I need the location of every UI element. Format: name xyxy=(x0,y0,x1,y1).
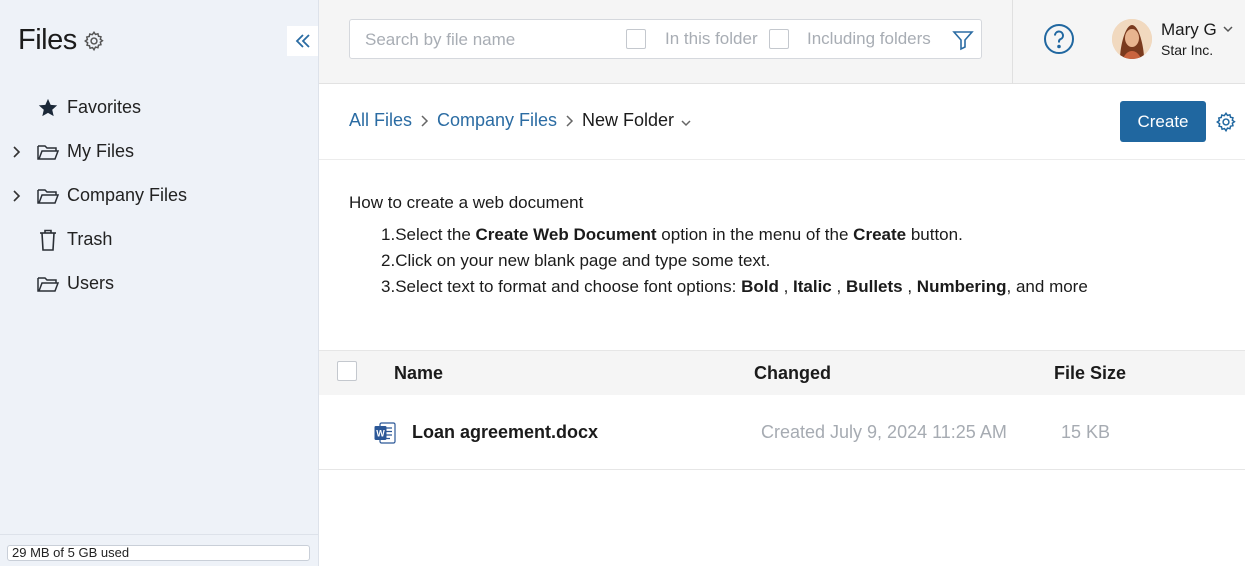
file-size: 15 KB xyxy=(1061,422,1111,442)
step-text: , xyxy=(902,277,917,296)
table-header: Name Changed File Size xyxy=(319,350,1245,395)
column-header-size[interactable]: File Size xyxy=(1054,363,1126,384)
company-name: Star Inc. xyxy=(1161,42,1214,58)
divider xyxy=(1012,0,1013,84)
sidebar: Files Favorites My Files Company Files T… xyxy=(0,0,319,566)
step-text: , xyxy=(778,277,794,296)
howto-step: 2.Click on your new blank page and type … xyxy=(381,248,1209,274)
search-box: In this folder Including folders xyxy=(349,19,982,59)
step-text: option in the menu of the xyxy=(656,225,854,244)
sidebar-item-label: Company Files xyxy=(67,185,188,205)
chevron-down-icon[interactable] xyxy=(679,116,693,130)
search-input[interactable] xyxy=(365,29,620,51)
breadcrumb-bar: All Files Company Files New Folder Creat… xyxy=(319,84,1245,160)
step-number: 1. xyxy=(381,225,396,244)
top-bar: In this folder Including folders Mary G … xyxy=(319,0,1245,84)
breadcrumb-current-folder[interactable]: New Folder xyxy=(582,110,674,131)
file-name[interactable]: Loan agreement.docx xyxy=(412,422,598,443)
sidebar-footer: 29 MB of 5 GB used xyxy=(0,534,318,566)
step-emphasis: Create Web Document xyxy=(475,225,657,244)
howto-title: How to create a web document xyxy=(349,193,584,212)
howto-step: 1.Select the Create Web Document option … xyxy=(381,222,1209,248)
step-emphasis: Create xyxy=(853,225,907,244)
column-header-name[interactable]: Name xyxy=(394,363,443,384)
step-number: 3. xyxy=(381,277,396,296)
sidebar-item-favorites[interactable]: Favorites xyxy=(0,86,318,130)
sidebar-nav: Favorites My Files Company Files Trash U… xyxy=(0,86,318,306)
howto-panel: How to create a web document 1.Select th… xyxy=(349,192,1209,300)
breadcrumb-company-files[interactable]: Company Files xyxy=(437,110,557,131)
file-changed: Created July 9, 2024 11:25 AM xyxy=(761,422,1007,442)
word-doc-icon: W xyxy=(373,421,397,445)
user-name[interactable]: Mary G xyxy=(1161,20,1217,40)
storage-quota: 29 MB of 5 GB used xyxy=(7,545,310,561)
step-text: , xyxy=(831,277,846,296)
step-text: button. xyxy=(906,225,963,244)
chevron-right-icon[interactable] xyxy=(8,188,24,204)
create-button[interactable]: Create xyxy=(1120,101,1206,142)
step-text: Select the xyxy=(395,225,476,244)
step-emphasis: Bold xyxy=(741,277,779,296)
collapse-sidebar-button[interactable] xyxy=(287,26,318,56)
folder-icon xyxy=(36,272,60,296)
step-text: , and more xyxy=(1006,277,1088,296)
double-chevron-left-icon xyxy=(295,34,310,48)
star-icon xyxy=(36,96,60,120)
folder-icon xyxy=(36,140,60,164)
filter-icon[interactable] xyxy=(951,28,975,52)
svg-text:W: W xyxy=(376,429,385,439)
help-icon[interactable] xyxy=(1043,23,1075,55)
sidebar-item-company-files[interactable]: Company Files xyxy=(0,174,318,218)
folder-icon xyxy=(36,184,60,208)
table-row[interactable]: W Loan agreement.docx Created July 9, 20… xyxy=(319,395,1245,470)
howto-step: 3.Select text to format and choose font … xyxy=(381,274,1209,300)
sidebar-header: Files xyxy=(18,24,107,57)
step-text: Select text to format and choose font op… xyxy=(395,277,742,296)
app-title: Files xyxy=(18,24,77,56)
step-number: 2. xyxy=(381,251,396,270)
sidebar-item-my-files[interactable]: My Files xyxy=(0,130,318,174)
sidebar-item-label: Favorites xyxy=(67,97,142,117)
avatar[interactable] xyxy=(1112,19,1152,59)
column-header-changed[interactable]: Changed xyxy=(754,363,831,384)
sidebar-item-label: Users xyxy=(67,273,115,293)
in-this-folder-checkbox[interactable] xyxy=(626,29,646,49)
chevron-right-icon[interactable] xyxy=(8,144,24,160)
sidebar-item-trash[interactable]: Trash xyxy=(0,218,318,262)
including-folders-label: Including folders xyxy=(807,29,931,48)
chevron-down-icon[interactable] xyxy=(1221,22,1235,36)
gear-icon[interactable] xyxy=(1215,111,1237,133)
step-emphasis: Bullets xyxy=(845,277,903,296)
breadcrumb-all-files[interactable]: All Files xyxy=(349,110,412,131)
step-emphasis: Italic xyxy=(793,277,832,296)
in-this-folder-label: In this folder xyxy=(665,29,758,48)
step-text: Click on your new blank page and type so… xyxy=(395,251,771,270)
sidebar-item-users[interactable]: Users xyxy=(0,262,318,306)
select-all-checkbox[interactable] xyxy=(337,361,357,381)
howto-steps: 1.Select the Create Web Document option … xyxy=(349,222,1209,300)
including-folders-checkbox[interactable] xyxy=(769,29,789,49)
sidebar-item-label: My Files xyxy=(67,141,134,161)
step-emphasis: Numbering xyxy=(916,277,1007,296)
settings-gear-icon[interactable] xyxy=(83,29,107,53)
chevron-right-icon xyxy=(419,114,431,128)
sidebar-item-label: Trash xyxy=(67,229,113,249)
trash-icon xyxy=(36,228,60,252)
chevron-right-icon xyxy=(564,114,576,128)
